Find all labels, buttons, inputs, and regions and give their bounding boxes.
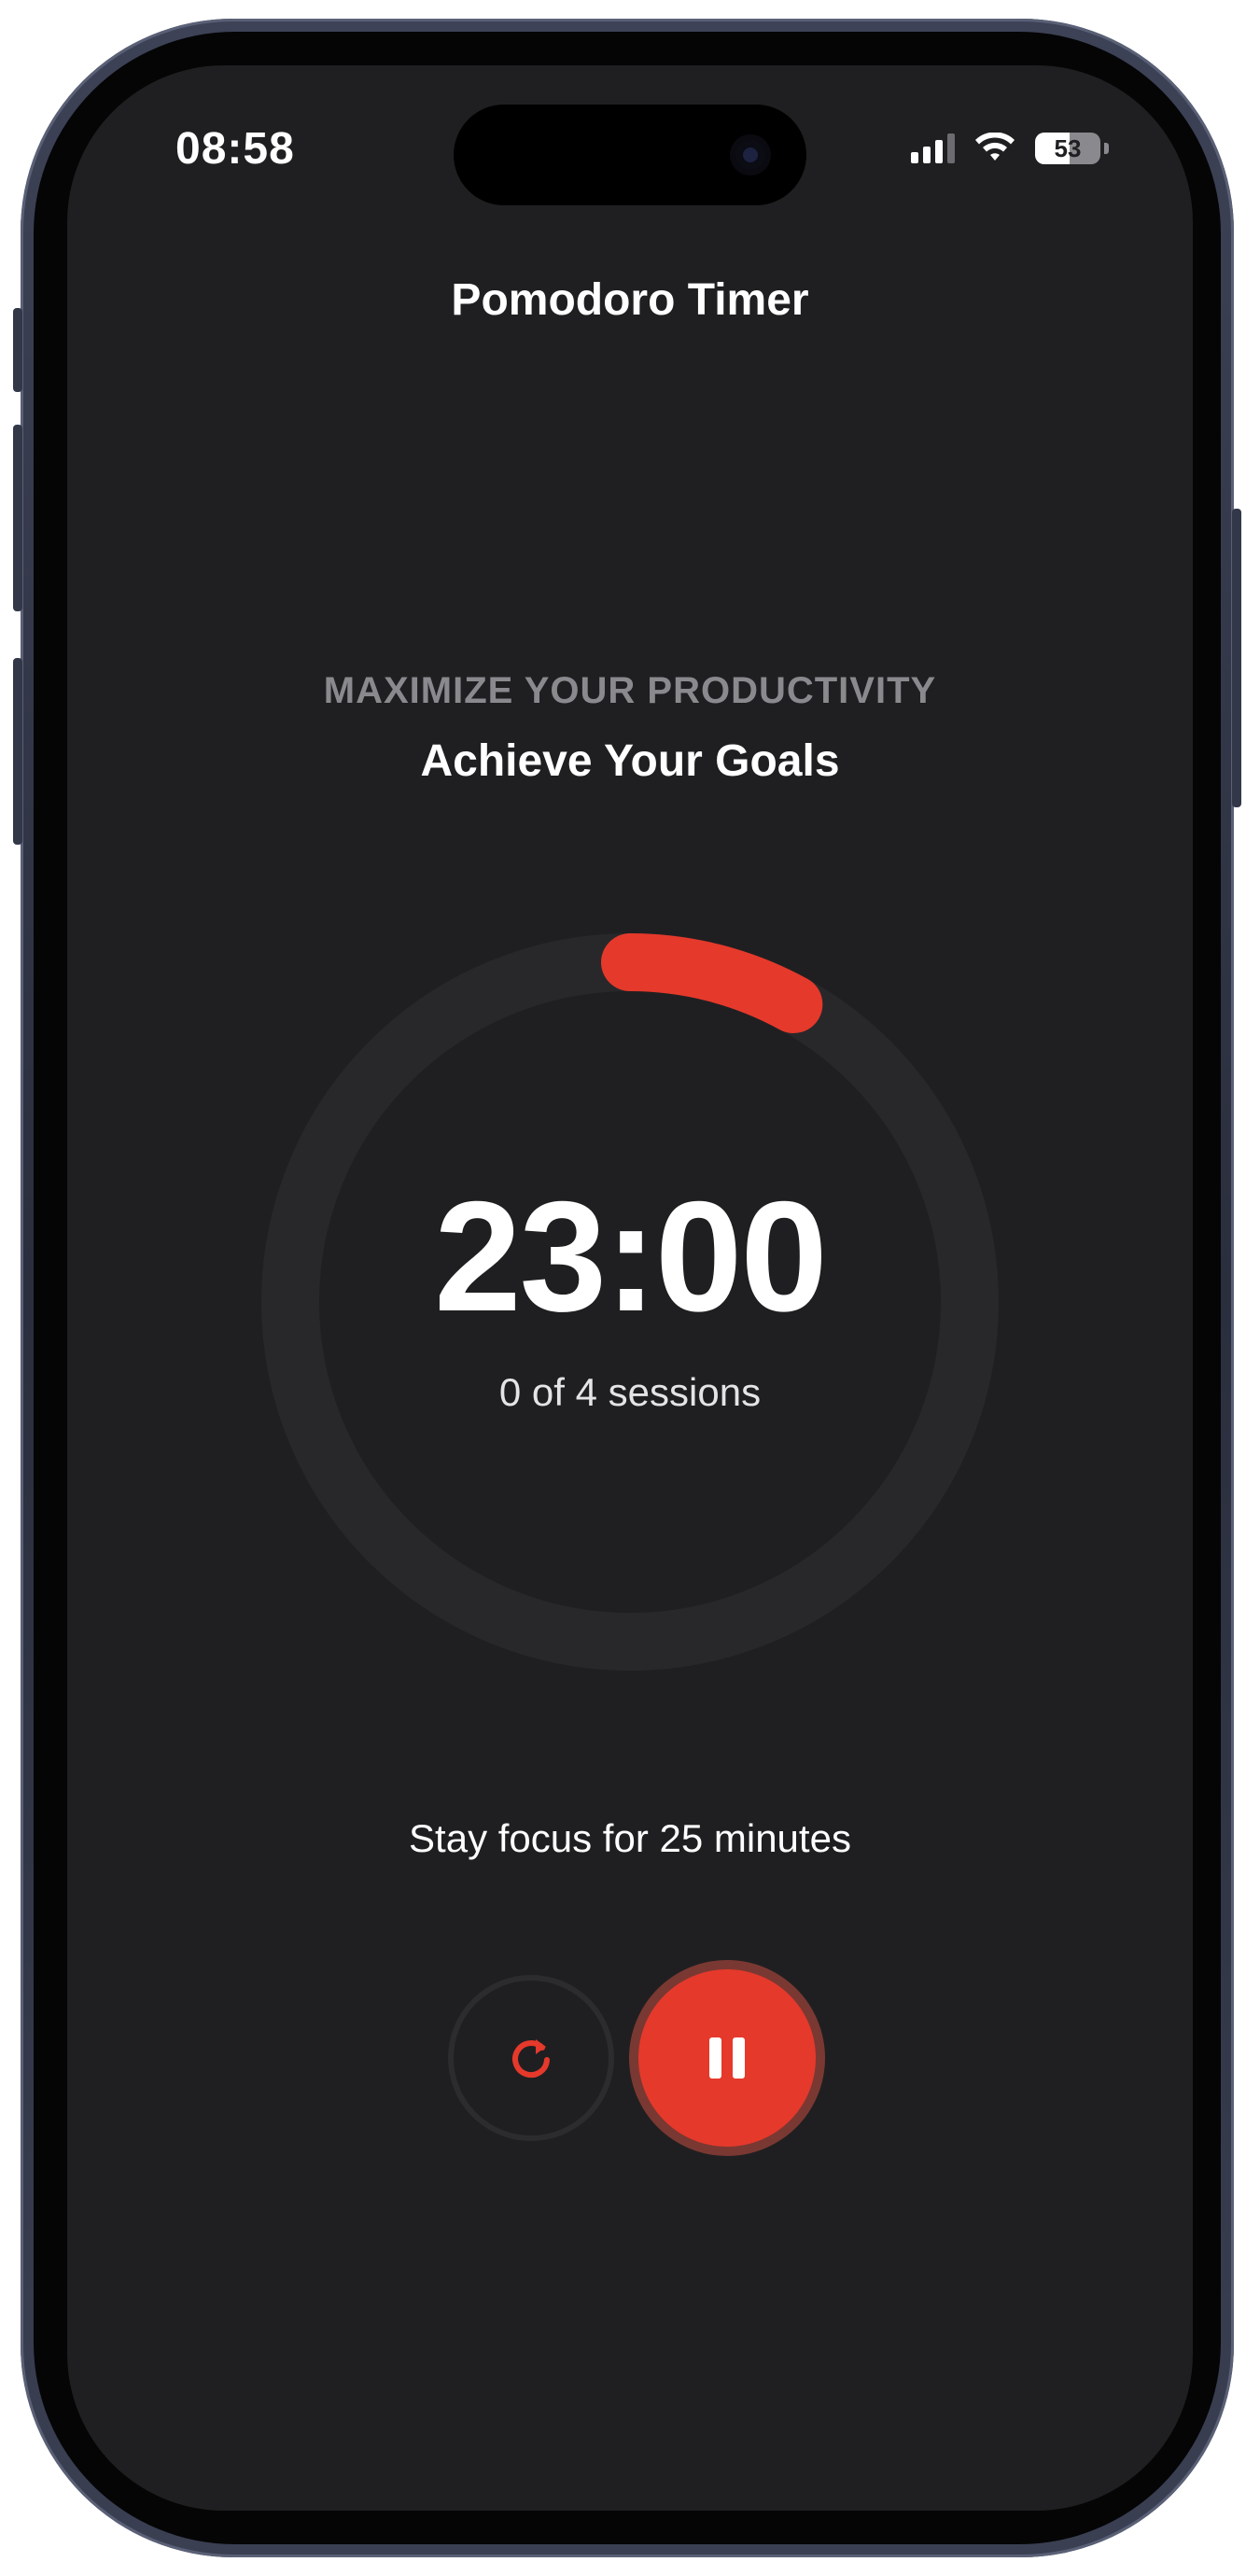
page-title: Pomodoro Timer	[451, 275, 809, 325]
timer-controls	[67, 1969, 1193, 2147]
pause-button[interactable]	[638, 1969, 816, 2147]
reset-button[interactable]	[448, 1975, 614, 2141]
timer-ring: 23:00 0 of 4 sessions	[261, 933, 999, 1671]
volume-up-button	[13, 425, 22, 611]
battery-tip	[1104, 143, 1109, 154]
eyebrow-text: MAXIMIZE YOUR PRODUCTIVITY	[323, 670, 937, 711]
timer-display: 23:00	[434, 1169, 828, 1344]
session-count: 0 of 4 sessions	[498, 1370, 762, 1414]
battery-icon: 53	[1035, 133, 1100, 164]
dynamic-island	[454, 105, 806, 205]
pause-icon	[709, 2037, 745, 2079]
volume-down-button	[13, 658, 22, 845]
status-time: 08:58	[175, 124, 295, 174]
wifi-icon	[975, 133, 1015, 161]
headline-text: Achieve Your Goals	[420, 736, 840, 786]
battery-percent: 53	[1054, 134, 1082, 162]
camera-icon	[730, 134, 771, 175]
focus-message: Stay focus for 25 minutes	[409, 1816, 851, 1860]
power-button	[1232, 509, 1241, 807]
status-bar: 08:58 53	[67, 65, 1193, 215]
cellular-signal-icon	[911, 133, 955, 163]
app-screen: 08:58 53 Pomodoro Timer MAXIMIZE YOUR PR…	[67, 65, 1193, 2511]
action-button	[13, 308, 22, 392]
status-icons: 53	[911, 133, 1109, 164]
reset-icon	[512, 2039, 550, 2078]
